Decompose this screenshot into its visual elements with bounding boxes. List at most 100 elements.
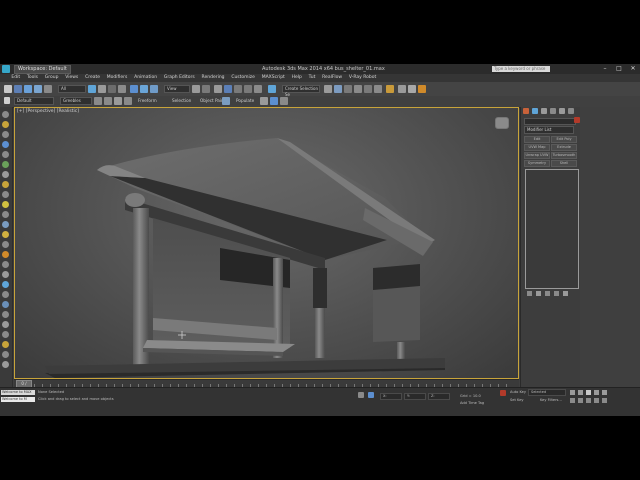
tool-7-icon[interactable] <box>2 171 9 178</box>
minimize-icon[interactable]: – <box>598 64 612 74</box>
modifier-btn-6[interactable]: Turbosmooth <box>551 152 577 159</box>
tool-20-icon[interactable] <box>2 301 9 308</box>
scale-icon[interactable] <box>150 85 158 93</box>
redo-icon[interactable] <box>14 85 22 93</box>
modifier-btn-1[interactable]: Edit <box>524 136 550 143</box>
select-by-name-icon[interactable] <box>98 85 106 93</box>
modifier-btn-7[interactable]: Symmetry <box>524 160 550 167</box>
menu-item-9[interactable]: Customize <box>228 75 258 81</box>
menu-item-1[interactable]: Tools <box>24 75 42 81</box>
menu-item-11[interactable]: Help <box>288 75 305 81</box>
show-end-result-icon[interactable] <box>536 291 541 296</box>
modifier-btn-8[interactable]: Shell <box>551 160 577 167</box>
go-to-start-icon[interactable] <box>570 390 575 395</box>
rotate-icon[interactable] <box>140 85 148 93</box>
paint-icon[interactable] <box>222 97 230 105</box>
tool-19-icon[interactable] <box>2 291 9 298</box>
ribbon-tab-selection[interactable]: Selection <box>172 98 191 103</box>
named-selection-sets[interactable]: Create Selection Se <box>282 85 320 97</box>
isolate-icon[interactable] <box>280 97 288 105</box>
set-key-label[interactable]: Set Key <box>510 398 524 402</box>
bind-spacewarp-icon[interactable] <box>44 85 52 93</box>
tool-26-icon[interactable] <box>2 361 9 368</box>
ribbon-tab-populate[interactable]: Populate <box>236 98 254 103</box>
maxscript-listener-2[interactable]: Welcome to M <box>1 397 35 402</box>
tool-11-icon[interactable] <box>2 211 9 218</box>
previous-frame-icon[interactable] <box>578 390 583 395</box>
tool-8-icon[interactable] <box>2 181 9 188</box>
tool-18-icon[interactable] <box>2 281 9 288</box>
populate-icon[interactable] <box>260 97 268 105</box>
tool-2-icon[interactable] <box>2 121 9 128</box>
y-coord-field[interactable]: Y: <box>404 393 426 400</box>
z-coord-field[interactable]: Z: <box>428 393 450 400</box>
modifier-btn-5[interactable]: Unwrap UVW <box>524 152 550 159</box>
modifier-btn-3[interactable]: UVW Map <box>524 144 550 151</box>
ribbon-tab-freeform[interactable]: Freeform <box>138 98 157 103</box>
tool-25-icon[interactable] <box>2 351 9 358</box>
orbit-nav-icon[interactable] <box>578 398 583 403</box>
pan-icon[interactable] <box>94 97 102 105</box>
edit-named-selection-icon[interactable] <box>268 85 276 93</box>
fov-nav-icon[interactable] <box>594 398 599 403</box>
material-editor-icon[interactable] <box>386 85 394 93</box>
go-to-end-icon[interactable] <box>602 390 607 395</box>
percent-snap-icon[interactable] <box>244 85 252 93</box>
tool-16-icon[interactable] <box>2 261 9 268</box>
tool-13-icon[interactable] <box>2 231 9 238</box>
reference-coord-dropdown[interactable]: View <box>164 85 190 93</box>
keyboard-shortcut-icon[interactable] <box>214 85 222 93</box>
menu-item-6[interactable]: Animation <box>131 75 161 81</box>
modify-tab-icon[interactable] <box>532 108 538 114</box>
menu-item-13[interactable]: RealFlow <box>319 75 346 81</box>
absolute-mode-icon[interactable] <box>368 392 374 398</box>
remove-modifier-icon[interactable] <box>554 291 559 296</box>
configure-sets-icon[interactable] <box>563 291 568 296</box>
menu-item-0[interactable]: Edit <box>8 75 24 81</box>
tool-17-icon[interactable] <box>2 271 9 278</box>
maxscript-listener[interactable]: Welcome to MAX <box>1 390 35 395</box>
zoom-nav-icon[interactable] <box>570 398 575 403</box>
modifier-stack-list[interactable] <box>525 169 579 289</box>
pan-nav-icon[interactable] <box>586 398 591 403</box>
tool-23-icon[interactable] <box>2 331 9 338</box>
mirror-icon[interactable] <box>324 85 332 93</box>
perspective-viewport[interactable]: [+] [Perspective] [Realistic] <box>14 107 519 379</box>
menu-item-8[interactable]: Rendering <box>198 75 228 81</box>
angle-snap-icon[interactable] <box>234 85 242 93</box>
menu-item-14[interactable]: V-Ray Robot <box>346 75 380 81</box>
display-tab-icon[interactable] <box>559 108 565 114</box>
tool-14-icon[interactable] <box>2 241 9 248</box>
menu-item-4[interactable]: Create <box>82 75 104 81</box>
modifier-list-dropdown[interactable]: Modifier List <box>524 126 574 134</box>
schematic-view-icon[interactable] <box>374 85 382 93</box>
window-crossing-icon[interactable] <box>118 85 126 93</box>
add-time-tag[interactable]: Add Time Tag <box>460 401 484 405</box>
render-production-icon[interactable] <box>418 85 426 93</box>
create-tab-icon[interactable] <box>523 108 529 114</box>
motion-tab-icon[interactable] <box>550 108 556 114</box>
tool-5-icon[interactable] <box>2 151 9 158</box>
x-coord-field[interactable]: X: <box>380 393 402 400</box>
move-icon[interactable] <box>130 85 138 93</box>
utilities-tab-icon[interactable] <box>568 108 574 114</box>
graphite-toggle-icon[interactable] <box>354 85 362 93</box>
pivot-icon[interactable] <box>192 85 200 93</box>
zoom-extents-icon[interactable] <box>124 97 132 105</box>
tool-21-icon[interactable] <box>2 311 9 318</box>
key-filters-button[interactable]: Key Filters... <box>540 398 562 402</box>
hierarchy-tab-icon[interactable] <box>541 108 547 114</box>
next-frame-icon[interactable] <box>594 390 599 395</box>
select-object-icon[interactable] <box>88 85 96 93</box>
pin-stack-icon[interactable] <box>527 291 532 296</box>
layer-manager-icon[interactable] <box>344 85 352 93</box>
menu-item-12[interactable]: Tut <box>305 75 318 81</box>
tool-15-icon[interactable] <box>2 251 9 258</box>
menu-item-5[interactable]: Modifiers <box>103 75 130 81</box>
lock-selection-icon[interactable] <box>358 392 364 398</box>
play-icon[interactable] <box>586 390 591 395</box>
auto-key-icon[interactable] <box>500 390 506 396</box>
tool-24-icon[interactable] <box>2 341 9 348</box>
zoom-icon[interactable] <box>104 97 112 105</box>
menu-item-7[interactable]: Graph Editors <box>160 75 198 81</box>
